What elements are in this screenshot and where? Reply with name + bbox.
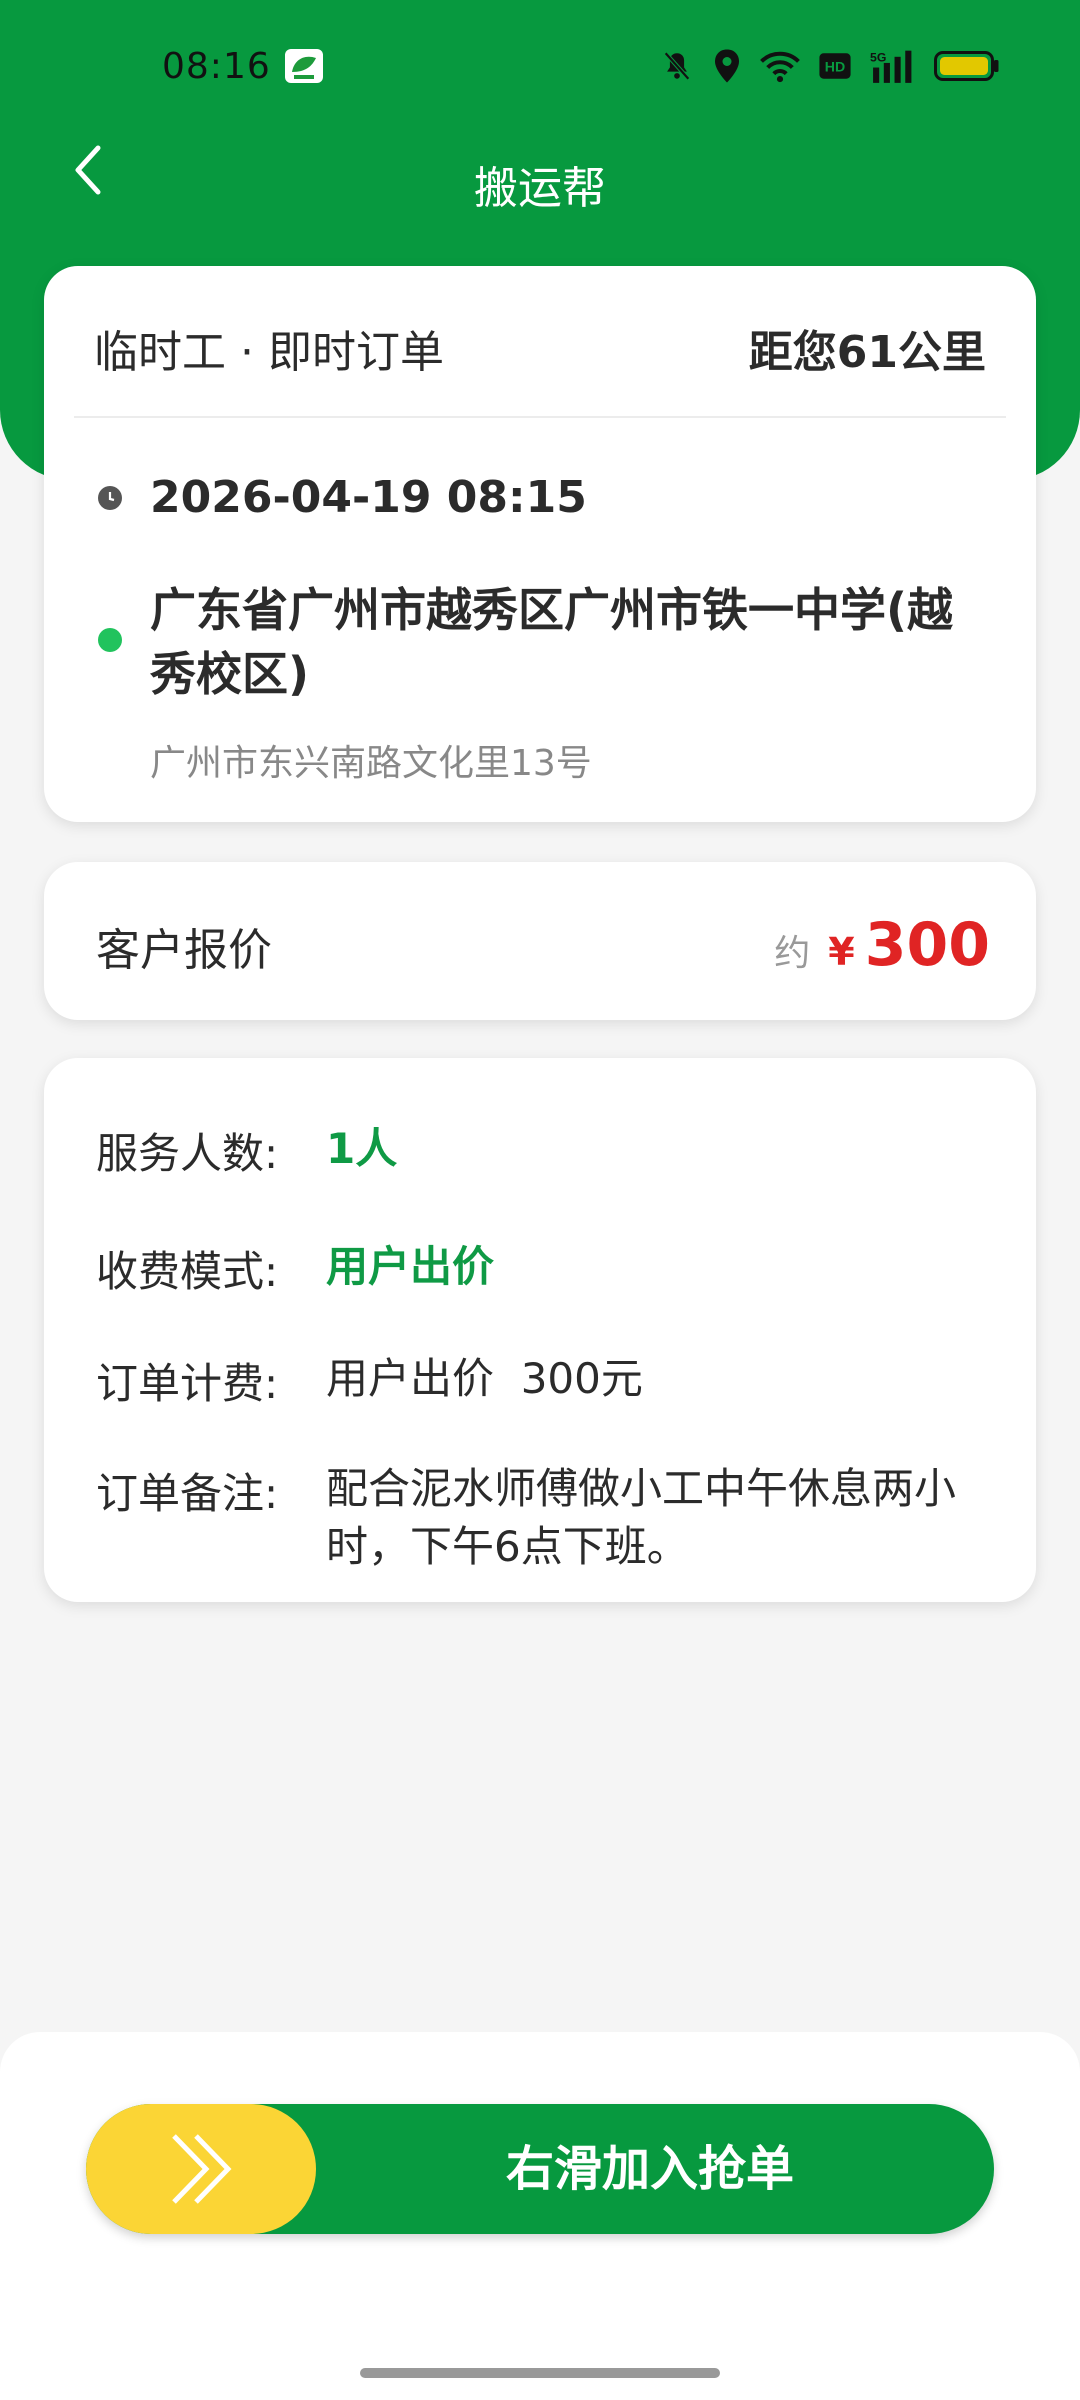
info-row-service-count: 服务人数: 1人 — [96, 1120, 986, 1181]
order-time: 2026-04-19 08:15 — [150, 472, 587, 523]
info-key: 订单计费: — [96, 1359, 279, 1408]
price-amount: 300 — [864, 910, 990, 980]
app-notification-icon — [285, 49, 323, 83]
swipe-to-grab-slider[interactable]: 右滑加入抢单 — [86, 2104, 994, 2234]
svg-text:HD: HD — [825, 60, 845, 76]
info-value: 1人 — [326, 1124, 398, 1173]
order-distance: 距您61公里 — [748, 327, 986, 378]
price-currency: ¥ — [828, 930, 855, 974]
price-value: 约 ¥ 300 — [774, 910, 990, 980]
info-value: 用户出价 300元 — [326, 1354, 643, 1403]
order-type: 临时工 · 即时订单 — [94, 327, 444, 378]
info-row-billing: 订单计费: 用户出价 300元 — [96, 1350, 986, 1411]
svg-text:5G: 5G — [870, 50, 886, 64]
location-icon — [715, 49, 739, 83]
info-key: 订单备注: — [96, 1469, 279, 1518]
battery-icon — [934, 51, 999, 81]
info-value: 用户出价 — [326, 1242, 495, 1291]
clock-icon — [98, 486, 122, 510]
info-row-remark: 订单备注: 配合泥水师傅做小工中午休息两小时，下午6点下班。 — [96, 1460, 986, 1576]
info-key: 服务人数: — [96, 1129, 279, 1178]
info-row-charge-mode: 收费模式: 用户出价 — [96, 1238, 986, 1299]
hd-icon: HD — [819, 53, 851, 79]
info-key: 收费模式: — [96, 1247, 279, 1296]
address-name: 广东省广州市越秀区广州市铁一中学(越秀校区) — [150, 583, 954, 701]
slider-label: 右滑加入抢单 — [505, 2141, 794, 2197]
address-detail: 广州市东兴南路文化里13号 — [150, 743, 592, 784]
price-prefix: 约 — [774, 933, 811, 974]
status-bar: 08:16 HD 5G — [0, 0, 1080, 134]
home-indicator[interactable] — [360, 2368, 720, 2378]
signal-5g-icon: 5G — [870, 50, 912, 83]
status-time: 08:16 — [162, 46, 271, 87]
wifi-icon — [760, 51, 800, 83]
double-chevron-right-icon — [172, 2134, 232, 2204]
mute-icon — [664, 51, 690, 81]
location-dot-icon — [98, 628, 122, 652]
card-divider — [74, 416, 1006, 418]
price-label: 客户报价 — [96, 925, 272, 976]
page-title: 搬运帮 — [474, 163, 606, 214]
slider-knob[interactable] — [86, 2104, 316, 2234]
info-value: 配合泥水师傅做小工中午休息两小时，下午6点下班。 — [326, 1464, 957, 1571]
